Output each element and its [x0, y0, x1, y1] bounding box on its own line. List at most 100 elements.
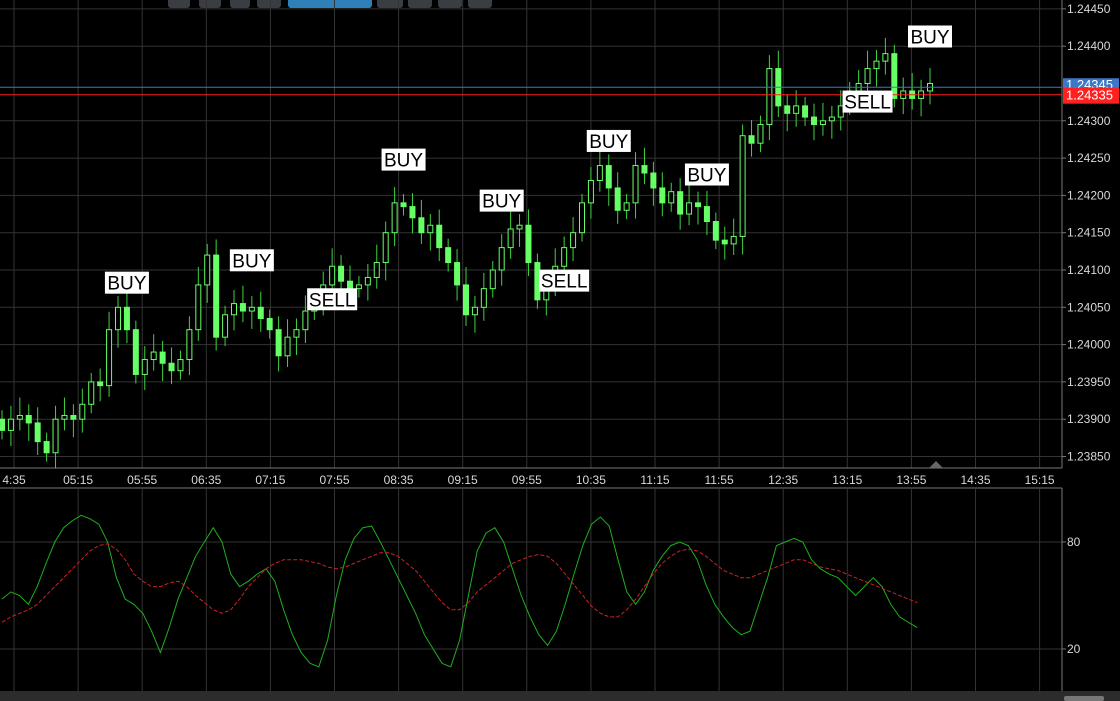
candle-body — [471, 306, 478, 316]
y-tick-label: 1.23950 — [1067, 375, 1111, 389]
chart-axes — [0, 0, 1063, 691]
candle-body — [873, 60, 880, 70]
y-tick-label: 1.23850 — [1067, 450, 1111, 464]
sell-signal-label: SELL — [309, 290, 355, 311]
candle-body — [686, 202, 693, 215]
candle-body — [650, 172, 657, 189]
stochastic-d-line — [1, 543, 918, 623]
candle-body — [828, 116, 835, 122]
candle-body — [61, 414, 68, 420]
candle-body — [668, 191, 675, 204]
x-tick-label: 12:35 — [768, 473, 798, 487]
candle-body — [7, 418, 14, 431]
x-tick-label: 13:15 — [832, 473, 862, 487]
candle-body — [382, 232, 389, 264]
candle-body — [623, 202, 630, 211]
candle-body — [70, 414, 77, 420]
x-tick-label: 13:55 — [896, 473, 926, 487]
candle-body — [97, 381, 104, 387]
candle-body — [525, 224, 532, 264]
candle-body — [355, 284, 362, 290]
y-tick-label: 1.24150 — [1067, 226, 1111, 240]
candle-body — [819, 120, 826, 126]
candle-body — [0, 418, 5, 431]
candle-body — [454, 262, 461, 286]
candle-body — [43, 441, 50, 454]
candle-body — [150, 351, 157, 361]
candle-body — [730, 235, 737, 245]
candle-body — [427, 224, 434, 234]
candle-body — [882, 53, 889, 62]
candle-body — [712, 221, 719, 241]
candle-body — [186, 329, 193, 361]
candle-body — [257, 306, 264, 319]
candle-body — [605, 165, 612, 189]
candle-body — [222, 314, 229, 338]
candle-body — [891, 53, 898, 99]
candle-body — [25, 414, 32, 424]
x-tick-label: 09:15 — [448, 473, 478, 487]
candle-body — [516, 224, 523, 230]
candle-body — [766, 68, 773, 126]
osc-tick-label: 20 — [1067, 642, 1081, 656]
sell-signal-label: SELL — [541, 272, 587, 293]
candle-body — [811, 116, 817, 126]
candle-body — [632, 165, 639, 204]
price-axis-ticks: 1.24450 1.24400 1.24300 1.24250 1.24200 1.241… — [1062, 2, 1111, 464]
candle-body — [168, 362, 175, 372]
candle-body — [115, 306, 121, 331]
candle-body — [88, 381, 95, 405]
x-tick-label: 11:15 — [640, 473, 669, 487]
candle-body — [213, 254, 220, 338]
candle-body — [641, 165, 648, 174]
y-tick-label: 1.23900 — [1067, 412, 1111, 426]
scrollbar-thumb[interactable] — [1064, 696, 1104, 701]
sell-signal-label: SELL — [844, 93, 890, 114]
candle-body — [231, 303, 237, 316]
x-tick-label: 10:35 — [576, 473, 606, 487]
oscillator-axis-ticks: 80 20 — [1062, 535, 1081, 656]
x-tick-label: 07:55 — [319, 473, 349, 487]
candle-body — [364, 276, 371, 286]
candle-body — [400, 202, 407, 208]
x-tick-label: 09:55 — [512, 473, 542, 487]
candle-body — [132, 329, 139, 375]
scroll-marker-icon[interactable] — [929, 461, 943, 468]
x-tick-label: 14:35 — [960, 473, 990, 487]
y-tick-label: 1.24000 — [1067, 338, 1111, 352]
candle-body — [106, 329, 113, 387]
horizontal-scrollbar[interactable] — [0, 691, 1120, 701]
y-tick-label: 1.24300 — [1067, 114, 1111, 128]
buy-signal-label: BUY — [232, 251, 271, 272]
candle-body — [373, 262, 380, 278]
y-tick-label: 1.24450 — [1067, 2, 1111, 16]
candle-body — [418, 217, 425, 234]
x-tick-label: 05:55 — [127, 473, 157, 487]
candle-body — [266, 317, 273, 331]
candle-body — [52, 418, 59, 454]
candle-body — [659, 187, 666, 204]
candle-body — [739, 135, 746, 237]
candle-body — [195, 284, 202, 331]
candle-body — [498, 247, 505, 271]
x-tick-label: 08:35 — [384, 473, 414, 487]
candle-body — [329, 265, 336, 286]
buy-signal-label: BUY — [384, 151, 423, 172]
candle-body — [507, 228, 514, 249]
candle-body — [436, 224, 443, 249]
time-axis-ticks: 4:35 05:15 05:55 06:35 07:15 07:55 08:35 09:15 0… — [2, 473, 1055, 487]
buy-signal-label: BUY — [910, 28, 949, 49]
candle-body — [703, 206, 710, 223]
candle-body — [463, 284, 469, 316]
candle-body — [293, 329, 300, 338]
candle-body — [784, 105, 791, 114]
candle-body — [748, 135, 755, 144]
candle-body — [534, 262, 541, 301]
osc-tick-label: 80 — [1067, 535, 1081, 549]
candle-body — [561, 247, 568, 267]
x-tick-label: 07:15 — [255, 473, 285, 487]
x-tick-label: 05:15 — [63, 473, 93, 487]
candle-body — [239, 303, 246, 312]
candle-body — [721, 239, 728, 245]
candle-body — [695, 202, 701, 208]
